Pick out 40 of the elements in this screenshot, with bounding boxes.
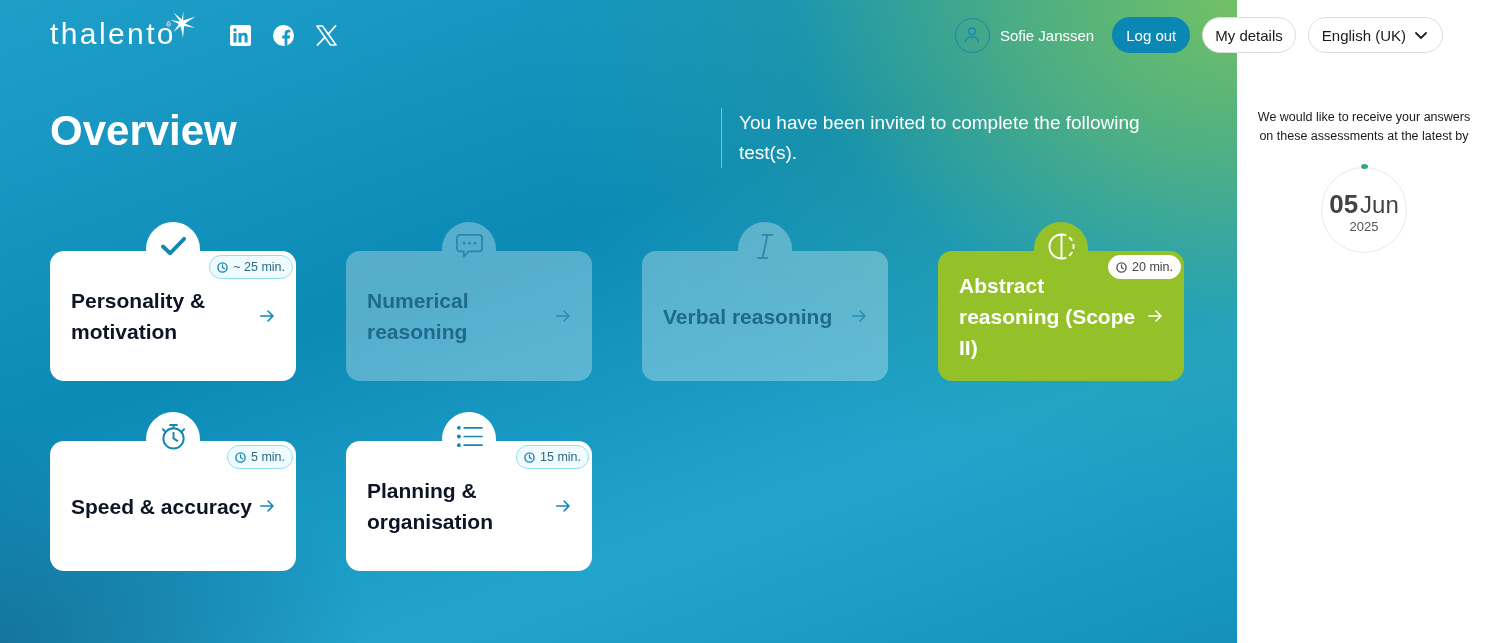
date-day: 05 xyxy=(1329,190,1359,217)
duration-label: 20 min. xyxy=(1132,260,1173,274)
clock-icon xyxy=(524,451,535,463)
arrow-right-icon xyxy=(852,310,866,322)
my-details-button[interactable]: My details xyxy=(1202,17,1296,53)
ring-marker-icon xyxy=(1360,164,1368,169)
duration-label: 5 min. xyxy=(250,450,285,464)
test-card[interactable]: 5 min. Speed & accuracy xyxy=(50,441,296,571)
date-year: 2025 xyxy=(1349,218,1379,234)
sparkle-icon xyxy=(170,11,197,38)
user-name: Sofie Janssen xyxy=(1000,26,1095,44)
clock-icon xyxy=(1116,261,1127,273)
test-card[interactable]: 20 min. Abstract reasoning (Scope II) xyxy=(938,251,1184,381)
test-title: Planning & organisation xyxy=(367,478,494,535)
arrow-right-icon xyxy=(260,310,274,322)
arrow-right-icon xyxy=(1148,310,1162,322)
logout-button[interactable]: Log out xyxy=(1112,17,1191,53)
test-title: Speed & accuracy xyxy=(71,493,253,520)
linkedin-icon[interactable] xyxy=(230,24,252,46)
duration-label: 15 min. xyxy=(540,450,581,464)
language-dropdown[interactable]: English (UK) xyxy=(1307,17,1443,53)
clock-icon xyxy=(234,451,246,463)
deadline-note: We would like to receive your answers on these assessments at the latest by xyxy=(1256,109,1472,145)
arrow-right-icon xyxy=(556,500,570,512)
page-title: Overview xyxy=(50,106,238,156)
test-title: Personality & motivation xyxy=(71,288,207,345)
chevron-down-icon xyxy=(1415,31,1427,39)
test-card[interactable]: 15 min. Planning & organisation xyxy=(346,441,592,571)
duration-label: ~ 25 min. xyxy=(233,260,285,274)
x-logo-icon[interactable] xyxy=(316,24,338,46)
date-month: Jun xyxy=(1360,192,1399,217)
test-title: Numerical reasoning xyxy=(367,288,470,345)
test-title: Verbal reasoning xyxy=(663,303,834,330)
test-card[interactable]: ~ 25 min. Personality & motivation xyxy=(50,251,296,381)
intro-text: You have been invited to complete the following test(s). xyxy=(739,111,1141,165)
clock-icon xyxy=(217,261,229,273)
arrow-right-icon xyxy=(556,310,570,322)
test-title: Abstract reasoning (Scope II) xyxy=(959,272,1137,361)
arrow-right-icon xyxy=(260,500,274,512)
facebook-icon[interactable] xyxy=(273,24,295,46)
